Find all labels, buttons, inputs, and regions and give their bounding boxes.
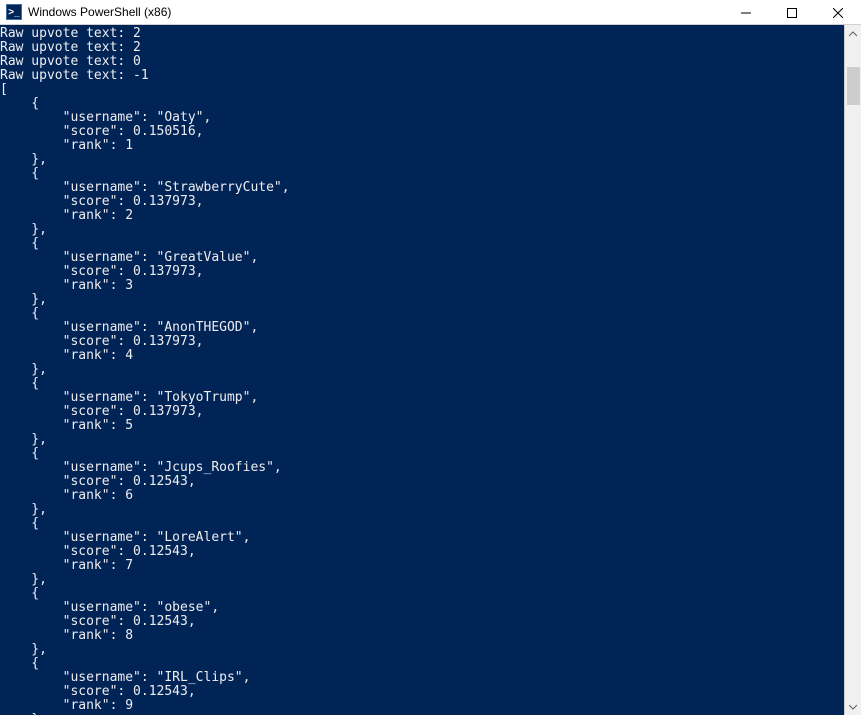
maximize-button[interactable] xyxy=(769,0,815,25)
close-button[interactable] xyxy=(815,0,861,25)
console-area: Raw upvote text: 2 Raw upvote text: 2 Ra… xyxy=(0,25,861,715)
chevron-down-icon xyxy=(849,704,857,710)
powershell-icon-glyph: >_ xyxy=(8,7,19,18)
scroll-thumb[interactable] xyxy=(847,67,860,105)
scroll-down-button[interactable] xyxy=(845,698,861,715)
titlebar[interactable]: >_ Windows PowerShell (x86) xyxy=(0,0,861,25)
vertical-scrollbar[interactable] xyxy=(844,25,861,715)
chevron-up-icon xyxy=(849,31,857,37)
title-left: >_ Windows PowerShell (x86) xyxy=(0,4,171,20)
powershell-icon: >_ xyxy=(6,4,22,20)
scroll-up-button[interactable] xyxy=(845,25,861,42)
console-output[interactable]: Raw upvote text: 2 Raw upvote text: 2 Ra… xyxy=(0,25,844,715)
minimize-icon xyxy=(741,8,751,18)
minimize-button[interactable] xyxy=(723,0,769,25)
close-icon xyxy=(833,8,843,18)
window-title: Windows PowerShell (x86) xyxy=(28,5,171,19)
window-controls xyxy=(723,0,861,24)
maximize-icon xyxy=(787,8,797,18)
